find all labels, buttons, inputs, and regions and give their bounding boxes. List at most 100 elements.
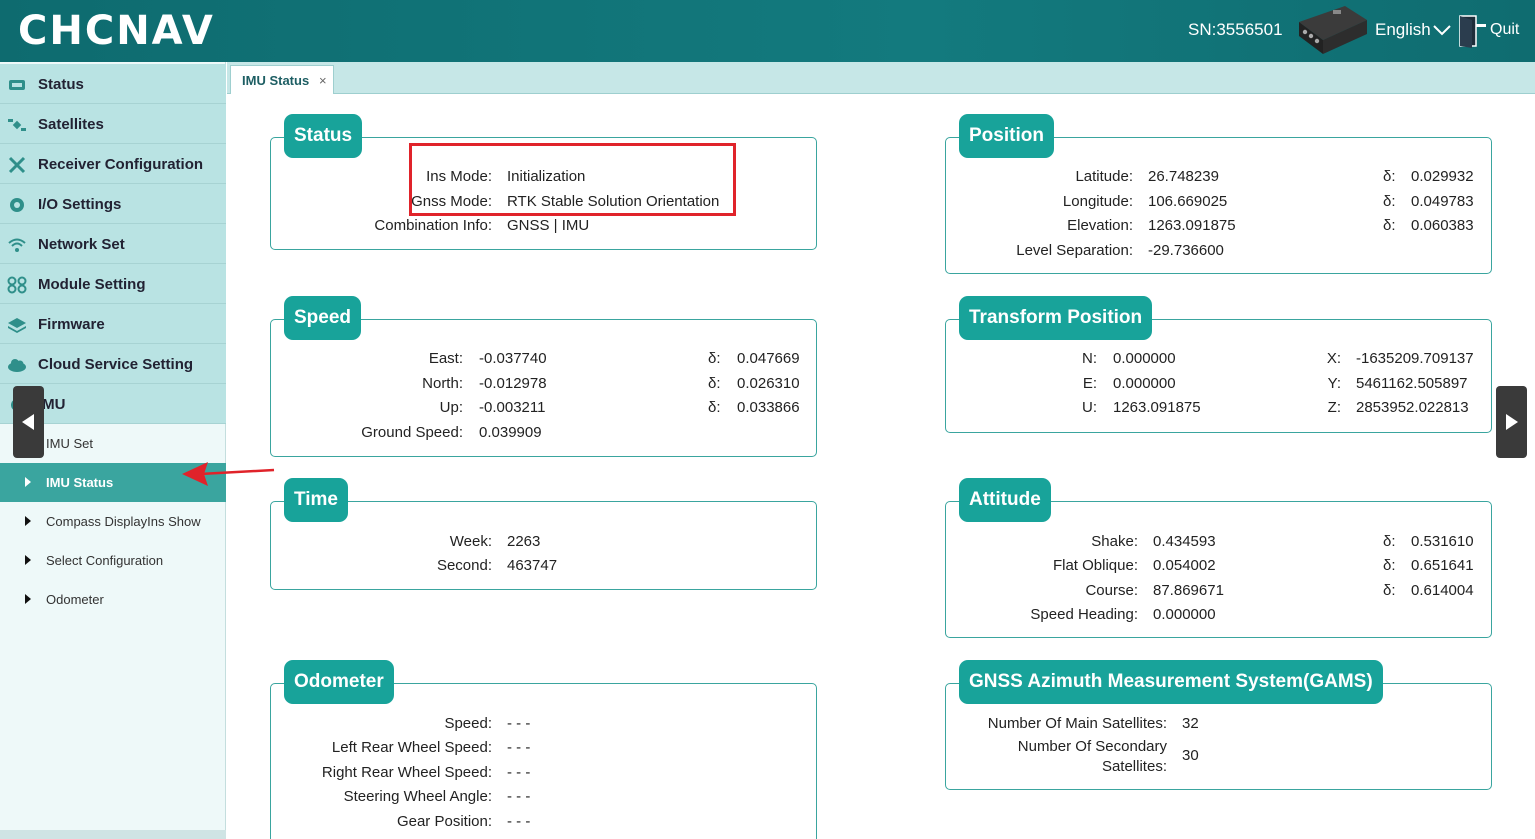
- delta-label: δ:: [1383, 193, 1396, 210]
- second-label: Second:: [436, 557, 492, 574]
- brand-logo: CHCNAV: [18, 8, 215, 54]
- left-rear-wheel-speed-value: - - -: [507, 739, 531, 756]
- u-value: 1263.091875: [1113, 399, 1201, 416]
- sidebar-subitem-select-configuration[interactable]: Select Configuration: [0, 541, 226, 580]
- secondary-satellites-value: 30: [1182, 747, 1199, 764]
- combination-info-value: GNSS | IMU: [507, 217, 590, 234]
- sidebar-item-label: Firmware: [38, 316, 105, 333]
- time-panel-title: Time: [284, 478, 349, 522]
- tools-icon: [8, 156, 26, 174]
- sidebar-item-label: Status: [38, 76, 84, 93]
- sidebar-subitem-label: Select Configuration: [46, 553, 164, 568]
- sidebar-subitem-label: Odometer: [46, 592, 104, 607]
- shake-delta: 0.531610: [1411, 533, 1474, 550]
- longitude-delta: 0.049783: [1411, 193, 1474, 210]
- annotation-arrow-icon: [182, 462, 275, 486]
- odometer-speed-label: Speed:: [444, 715, 492, 732]
- east-label: East:: [428, 350, 463, 367]
- level-separation-value: -29.736600: [1148, 242, 1224, 259]
- sidebar-subitem-odometer[interactable]: Odometer: [0, 580, 226, 619]
- ground-speed-label: Ground Speed:: [361, 424, 463, 441]
- sidebar-item-network-set[interactable]: Network Set: [0, 224, 226, 264]
- chevron-down-icon[interactable]: [1432, 22, 1452, 38]
- sidebar-item-cloud-service-setting[interactable]: Cloud Service Setting: [0, 344, 226, 384]
- delta-label: δ:: [1383, 557, 1396, 574]
- z-label: Z:: [1327, 399, 1341, 416]
- quit-button[interactable]: Quit: [1490, 21, 1519, 39]
- flat-oblique-label: Flat Oblique:: [1052, 557, 1138, 574]
- modules-icon: [7, 276, 27, 294]
- delta-label: δ:: [708, 375, 721, 392]
- delta-label: δ:: [1383, 168, 1396, 185]
- gear-position-value: - - -: [507, 813, 531, 830]
- serial-number: SN:3556501: [1188, 20, 1283, 39]
- right-rear-wheel-speed-label: Right Rear Wheel Speed:: [321, 764, 492, 781]
- longitude-value: 106.669025: [1148, 193, 1228, 210]
- transform-position-panel-title: Transform Position: [959, 296, 1153, 340]
- highlight-box: [409, 143, 736, 216]
- x-label: X:: [1326, 350, 1341, 367]
- sidebar-subitem-compass-display[interactable]: Compass DisplayIns Show: [0, 502, 226, 541]
- caret-right-icon: [25, 516, 31, 526]
- n-label: N:: [1082, 350, 1097, 367]
- speed-heading-label: Speed Heading:: [1030, 606, 1138, 623]
- shake-label: Shake:: [1091, 533, 1138, 550]
- secondary-satellites-label: Number Of Secondary Satellites:: [1017, 738, 1167, 775]
- exit-door-icon[interactable]: [1458, 14, 1488, 48]
- tab-imu-status[interactable]: IMU Status ×: [230, 65, 334, 94]
- n-value: 0.000000: [1113, 350, 1176, 367]
- main-satellites-value: 32: [1182, 715, 1199, 732]
- sidebar-subitem-label: IMU Status: [46, 475, 114, 490]
- latitude-label: Latitude:: [1075, 168, 1133, 185]
- caret-right-icon: [25, 477, 31, 487]
- previous-page-button[interactable]: [13, 386, 44, 458]
- longitude-label: Longitude:: [1062, 193, 1133, 210]
- combination-info-label: Combination Info:: [374, 217, 492, 234]
- sidebar-item-io-settings[interactable]: I/O Settings: [0, 184, 226, 224]
- flat-oblique-delta: 0.651641: [1411, 557, 1474, 574]
- gams-panel-title: GNSS Azimuth Measurement System(GAMS): [959, 660, 1383, 704]
- sidebar-item-status[interactable]: Status: [0, 64, 226, 104]
- status-panel-title: Status: [284, 114, 363, 158]
- sidebar-item-firmware[interactable]: Firmware: [0, 304, 226, 344]
- north-delta: 0.026310: [737, 375, 800, 392]
- language-selector[interactable]: English: [1375, 20, 1431, 40]
- sidebar-item-module-setting[interactable]: Module Setting: [0, 264, 226, 304]
- y-value: 5461162.505897: [1356, 375, 1468, 392]
- monitor-icon: [9, 80, 25, 90]
- e-label: E:: [1082, 375, 1097, 392]
- elevation-label: Elevation:: [1067, 217, 1133, 234]
- sidebar-item-satellites[interactable]: Satellites: [0, 104, 226, 144]
- attitude-panel-title: Attitude: [959, 478, 1051, 522]
- ground-speed-value: 0.039909: [479, 424, 542, 441]
- y-label: Y:: [1327, 375, 1341, 392]
- sidebar-subitem-label: IMU Set: [46, 436, 93, 451]
- top-header: CHCNAV SN:3556501 English Quit: [0, 0, 1535, 62]
- speed-heading-value: 0.000000: [1153, 606, 1216, 623]
- sidebar-subitem-label: Compass DisplayIns Show: [46, 514, 201, 529]
- speed-panel-title: Speed: [284, 296, 362, 340]
- sidebar-item-receiver-configuration[interactable]: Receiver Configuration: [0, 144, 226, 184]
- arrow-left-icon: [22, 414, 34, 430]
- satellite-icon: [8, 119, 26, 131]
- delta-label: δ:: [708, 350, 721, 367]
- latitude-delta: 0.029932: [1411, 168, 1474, 185]
- z-value: 2853952.022813: [1356, 399, 1469, 416]
- receiver-device-icon: [1299, 6, 1367, 54]
- up-value: -0.003211: [479, 399, 546, 416]
- gear-position-label: Gear Position:: [396, 813, 492, 830]
- sidebar-item-label: Module Setting: [38, 276, 146, 293]
- week-label: Week:: [449, 533, 492, 550]
- sidebar-item-label: I/O Settings: [38, 196, 122, 213]
- up-label: Up:: [439, 399, 463, 416]
- caret-right-icon: [25, 555, 31, 565]
- course-value: 87.869671: [1153, 582, 1224, 599]
- close-icon[interactable]: ×: [319, 73, 327, 88]
- odometer-speed-value: - - -: [507, 715, 531, 732]
- steering-wheel-angle-label: Steering Wheel Angle:: [343, 788, 492, 805]
- next-page-button[interactable]: [1496, 386, 1527, 458]
- course-label: Course:: [1085, 582, 1138, 599]
- delta-label: δ:: [1383, 582, 1396, 599]
- shake-value: 0.434593: [1153, 533, 1216, 550]
- level-separation-label: Level Separation:: [1016, 242, 1133, 259]
